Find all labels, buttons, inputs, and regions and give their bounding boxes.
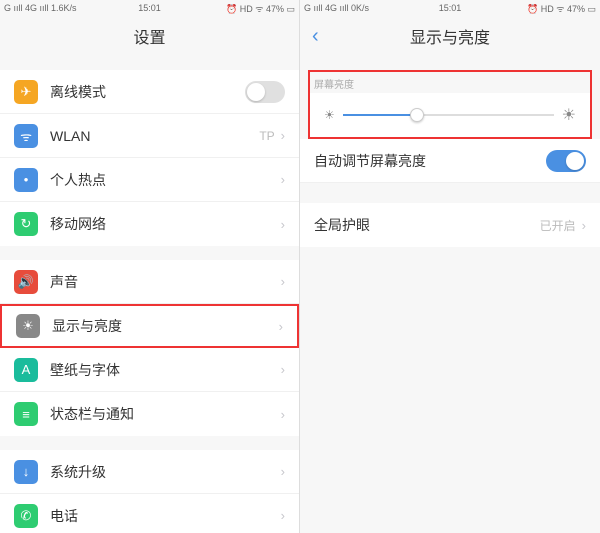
title-bar: ‹ 显示与亮度	[300, 16, 600, 56]
row-detail: TP	[259, 129, 274, 143]
row-label: 壁纸与字体	[50, 360, 281, 380]
status-bar: G ııll 4G ııll 0K/s 15:01 ⏰ HD ᯤ 47% ▭	[300, 0, 600, 16]
status-signal: G ııll 4G ııll 0K/s	[304, 3, 369, 13]
brightness-slider-row: ☀ ☀	[310, 93, 590, 137]
chevron-right-icon: ›	[281, 508, 285, 523]
row-label: WLAN	[50, 128, 259, 144]
chevron-right-icon: ›	[281, 464, 285, 479]
row-icon: ↻	[14, 212, 38, 236]
brightness-slider[interactable]	[343, 114, 554, 116]
status-time: 15:01	[138, 3, 161, 13]
page-title: 显示与亮度	[410, 24, 490, 48]
row-icon: ≡	[14, 402, 38, 426]
page-title: 设置	[133, 24, 165, 48]
back-button[interactable]: ‹	[312, 25, 319, 48]
toggle[interactable]	[245, 81, 285, 103]
row-label: 个人热点	[50, 170, 281, 190]
settings-row-声音[interactable]: 🔊 声音›	[0, 260, 299, 304]
brightness-low-icon: ☀	[324, 108, 335, 122]
row-icon: ✈	[14, 80, 38, 104]
brightness-high-icon: ☀	[562, 105, 576, 125]
eye-protect-detail: 已开启	[540, 217, 576, 234]
chevron-right-icon: ›	[281, 274, 285, 289]
display-brightness-screen: G ııll 4G ııll 0K/s 15:01 ⏰ HD ᯤ 47% ▭ ‹…	[300, 0, 600, 533]
settings-row-系统升级[interactable]: ↓ 系统升级›	[0, 450, 299, 494]
title-bar: 设置	[0, 16, 299, 56]
chevron-right-icon: ›	[582, 218, 586, 233]
chevron-right-icon: ›	[281, 362, 285, 377]
status-right: ⏰ HD ᯤ 47% ▭	[226, 2, 295, 15]
eye-protect-label: 全局护眼	[314, 215, 540, 235]
row-icon: ☀	[16, 314, 40, 338]
row-icon: 🔊	[14, 270, 38, 294]
row-icon: A	[14, 358, 38, 382]
chevron-right-icon: ›	[281, 407, 285, 422]
settings-row-离线模式[interactable]: ✈ 离线模式	[0, 70, 299, 114]
brightness-section: 屏幕亮度 ☀ ☀	[308, 70, 592, 139]
auto-brightness-toggle[interactable]	[546, 150, 586, 172]
auto-brightness-row: 自动调节屏幕亮度	[300, 139, 600, 183]
row-label: 状态栏与通知	[50, 404, 281, 424]
row-icon: ᯤ	[14, 124, 38, 148]
chevron-right-icon: ›	[281, 217, 285, 232]
row-icon: ✆	[14, 504, 38, 528]
status-right: ⏰ HD ᯤ 47% ▭	[527, 2, 596, 15]
status-signal: G ııll 4G ııll 1.6K/s	[4, 3, 77, 13]
status-bar: G ııll 4G ııll 1.6K/s 15:01 ⏰ HD ᯤ 47% ▭	[0, 0, 299, 16]
settings-row-壁纸与字体[interactable]: A 壁纸与字体›	[0, 348, 299, 392]
row-label: 声音	[50, 272, 281, 292]
row-label: 离线模式	[50, 82, 245, 102]
eye-protect-row[interactable]: 全局护眼 已开启 ›	[300, 203, 600, 247]
settings-row-显示与亮度[interactable]: ☀ 显示与亮度›	[0, 304, 299, 348]
status-time: 15:01	[439, 3, 462, 13]
row-label: 电话	[50, 506, 281, 526]
brightness-label: 屏幕亮度	[310, 72, 590, 93]
settings-row-个人热点[interactable]: • 个人热点›	[0, 158, 299, 202]
settings-row-移动网络[interactable]: ↻ 移动网络›	[0, 202, 299, 246]
auto-brightness-label: 自动调节屏幕亮度	[314, 151, 546, 171]
row-label: 系统升级	[50, 462, 281, 482]
chevron-right-icon: ›	[279, 319, 283, 334]
row-icon: ↓	[14, 460, 38, 484]
chevron-right-icon: ›	[281, 128, 285, 143]
settings-row-状态栏与通知[interactable]: ≡ 状态栏与通知›	[0, 392, 299, 436]
row-label: 显示与亮度	[52, 316, 279, 336]
row-icon: •	[14, 168, 38, 192]
settings-row-WLAN[interactable]: ᯤ WLANTP ›	[0, 114, 299, 158]
settings-screen: G ııll 4G ııll 1.6K/s 15:01 ⏰ HD ᯤ 47% ▭…	[0, 0, 300, 533]
chevron-right-icon: ›	[281, 172, 285, 187]
row-label: 移动网络	[50, 214, 281, 234]
settings-row-电话[interactable]: ✆ 电话›	[0, 494, 299, 533]
